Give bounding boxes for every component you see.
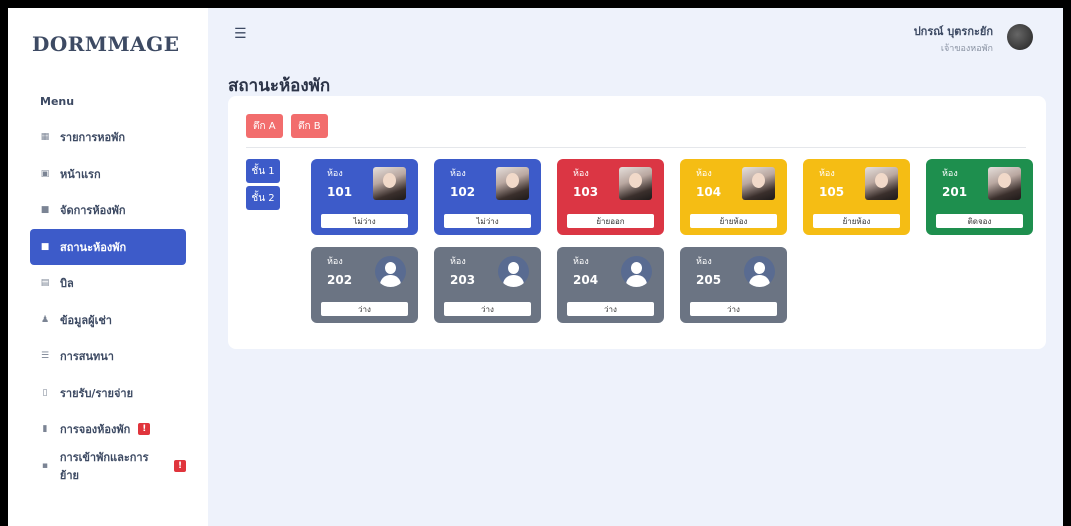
- room-status-button[interactable]: ย้ายห้อง: [690, 214, 777, 228]
- floor-button-1[interactable]: ชั้น 1: [246, 159, 280, 183]
- door-icon: ■: [40, 205, 50, 215]
- brand-logo[interactable]: DORMMAGE: [32, 32, 180, 56]
- room-number: 202: [327, 273, 353, 287]
- room-status-button[interactable]: ไม่ว่าง: [321, 214, 408, 228]
- move-in-icon: ▪: [41, 460, 48, 471]
- room-label: ห้อง: [696, 257, 712, 267]
- sidebar-item-2[interactable]: ■ จัดการห้องพัก: [30, 192, 186, 228]
- divider: [246, 147, 1026, 148]
- sidebar-item-6[interactable]: ☰ การสนทนา: [30, 338, 186, 374]
- room-number: 201: [942, 185, 968, 199]
- room-card-205[interactable]: ห้อง 205 ว่าง: [680, 247, 787, 323]
- sidebar: DORMMAGE Menu ▦ รายการหอพัก ▣ หน้าแรก ■ จัดกา…: [8, 8, 208, 526]
- app-window: DORMMAGE Menu ▦ รายการหอพัก ▣ หน้าแรก ■ จัดกา…: [8, 8, 1063, 526]
- room-card-103[interactable]: ห้อง 103 ย้ายออก: [557, 159, 664, 235]
- user-name: ปกรณ์ บุตรกะยัก: [913, 25, 993, 38]
- room-label: ห้อง: [450, 257, 466, 267]
- room-number: 105: [819, 185, 845, 199]
- building-tab-a[interactable]: ตึก A: [246, 114, 283, 138]
- room-card-203[interactable]: ห้อง 203 ว่าง: [434, 247, 541, 323]
- sidebar-item-label: การจองห้องพัก: [60, 423, 131, 436]
- room-status-button[interactable]: ย้ายออก: [567, 214, 654, 228]
- room-status-panel: ตึก A ตึก B ชั้น 1 ชั้น 2 ห้อง 101 ไม่ว่าง…: [228, 96, 1046, 349]
- user-placeholder-icon: [375, 256, 406, 287]
- room-status-button[interactable]: ไม่ว่าง: [444, 214, 531, 228]
- sidebar-item-5[interactable]: ♟ ข้อมูลผู้เช่า: [30, 302, 186, 338]
- sidebar-item-label: จัดการห้องพัก: [60, 204, 126, 217]
- room-number: 103: [573, 185, 599, 199]
- room-status-button[interactable]: ว่าง: [321, 302, 408, 316]
- sidebar-item-1[interactable]: ▣ หน้าแรก: [30, 156, 186, 192]
- building-tab-b[interactable]: ตึก B: [291, 114, 328, 138]
- sidebar-item-label: การสนทนา: [60, 350, 114, 363]
- page-title: สถานะห้องพัก: [228, 76, 331, 96]
- tenant-photo: [619, 167, 652, 200]
- user-role: เจ้าของหอพัก: [940, 44, 993, 54]
- floor-button-2[interactable]: ชั้น 2: [246, 186, 280, 210]
- tenant-photo: [865, 167, 898, 200]
- room-card-101[interactable]: ห้อง 101 ไม่ว่าง: [311, 159, 418, 235]
- sidebar-item-label: บิล: [60, 277, 74, 290]
- room-card-102[interactable]: ห้อง 102 ไม่ว่าง: [434, 159, 541, 235]
- room-number: 203: [450, 273, 476, 287]
- room-number: 102: [450, 185, 476, 199]
- room-status-button[interactable]: ว่าง: [567, 302, 654, 316]
- room-label: ห้อง: [450, 169, 466, 179]
- user-placeholder-icon: [621, 256, 652, 287]
- room-label: ห้อง: [327, 169, 343, 179]
- sidebar-item-4[interactable]: ▤ บิล: [30, 265, 186, 301]
- menu-heading: Menu: [40, 95, 75, 108]
- user-profile[interactable]: ปกรณ์ บุตรกะยัก เจ้าของหอพัก: [914, 22, 1033, 55]
- avatar[interactable]: [1007, 24, 1033, 50]
- room-number: 101: [327, 185, 353, 199]
- room-label: ห้อง: [573, 169, 589, 179]
- room-status-button[interactable]: ว่าง: [690, 302, 777, 316]
- sidebar-item-0[interactable]: ▦ รายการหอพัก: [30, 119, 186, 155]
- room-status-button[interactable]: ย้ายห้อง: [813, 214, 900, 228]
- sidebar-item-label: รายการหอพัก: [60, 131, 126, 144]
- room-label: ห้อง: [327, 257, 343, 267]
- sidebar-item-label: หน้าแรก: [60, 167, 101, 181]
- room-card-202[interactable]: ห้อง 202 ว่าง: [311, 247, 418, 323]
- grid-icon: ▦: [40, 132, 50, 142]
- dashboard-icon: ▣: [40, 168, 50, 179]
- room-status-button[interactable]: ติดจอง: [936, 214, 1023, 228]
- sidebar-item-3[interactable]: ■ สถานะห้องพัก: [30, 228, 186, 265]
- tenant-photo: [988, 167, 1021, 200]
- sidebar-item-label: ข้อมูลผู้เช่า: [60, 313, 112, 327]
- tenant-photo: [496, 167, 529, 200]
- room-number: 205: [696, 273, 722, 287]
- room-card-204[interactable]: ห้อง 204 ว่าง: [557, 247, 664, 323]
- sidebar-nav: ▦ รายการหอพัก ▣ หน้าแรก ■ จัดการห้องพัก ■ สถานะ…: [30, 119, 186, 484]
- sidebar-item-label: สถานะห้องพัก: [60, 240, 127, 254]
- sidebar-item-label: รายรับ/รายจ่าย: [60, 386, 134, 400]
- sidebar-item-8[interactable]: ▮ การจองห้องพัก!: [30, 411, 186, 447]
- tenant-photo: [373, 167, 406, 200]
- room-card-105[interactable]: ห้อง 105 ย้ายห้อง: [803, 159, 910, 235]
- room-number: 104: [696, 185, 722, 199]
- alert-badge: !: [138, 423, 151, 435]
- room-number: 204: [573, 273, 599, 287]
- user-placeholder-icon: [744, 256, 775, 287]
- room-label: ห้อง: [696, 169, 712, 179]
- room-label: ห้อง: [819, 169, 835, 179]
- booking-icon: ▮: [42, 424, 48, 434]
- room-status-button[interactable]: ว่าง: [444, 302, 531, 316]
- hamburger-icon[interactable]: ☰: [234, 26, 247, 42]
- room-card-104[interactable]: ห้อง 104 ย้ายห้อง: [680, 159, 787, 235]
- room-label: ห้อง: [573, 257, 589, 267]
- document-icon: ▯: [42, 387, 48, 398]
- sidebar-item-7[interactable]: ▯ รายรับ/รายจ่าย: [30, 375, 186, 411]
- tenant-photo: [742, 167, 775, 200]
- alert-badge: !: [174, 459, 186, 472]
- sidebar-item-9[interactable]: ▪ การเข้าพักและการย้าย!: [30, 448, 186, 484]
- chat-icon: ☰: [40, 351, 50, 361]
- bill-icon: ▤: [40, 278, 50, 288]
- user-placeholder-icon: [498, 256, 529, 287]
- room-label: ห้อง: [942, 169, 958, 179]
- sidebar-item-label: การเข้าพักและการย้าย: [59, 450, 149, 482]
- room-status-icon: ■: [40, 241, 50, 252]
- room-card-201[interactable]: ห้อง 201 ติดจอง: [926, 159, 1033, 235]
- users-icon: ♟: [40, 314, 50, 325]
